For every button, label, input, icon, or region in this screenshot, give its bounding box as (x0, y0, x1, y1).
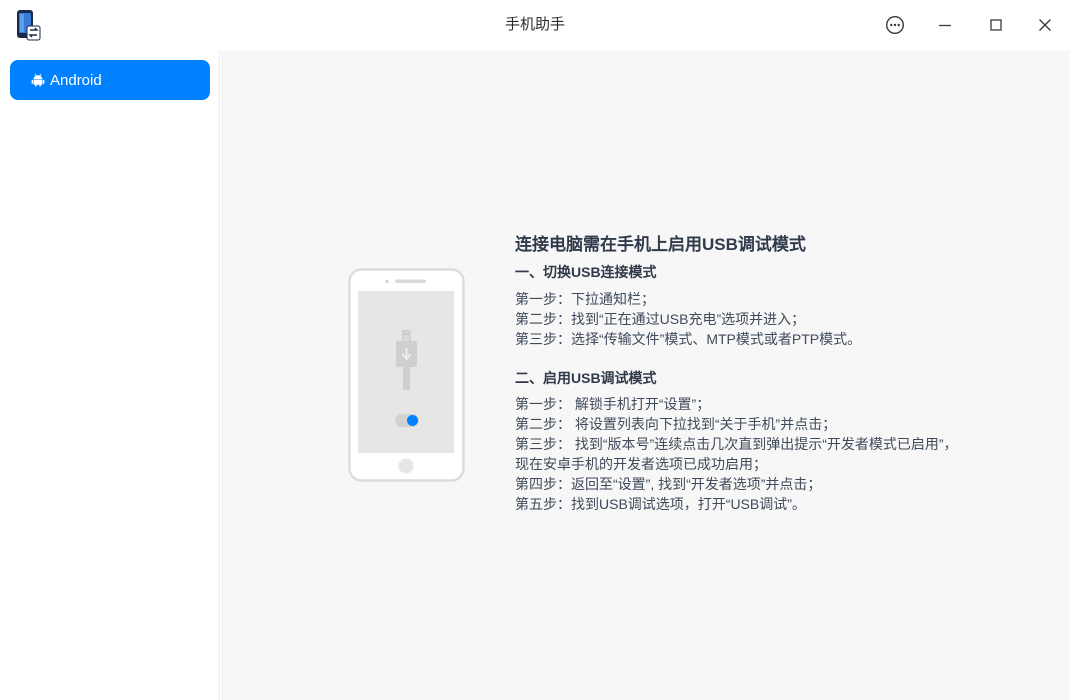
section2-step: 第一步： 解锁手机打开“设置”； (515, 396, 711, 412)
menu-icon (885, 15, 905, 35)
android-icon (31, 73, 45, 87)
close-button[interactable] (1020, 0, 1070, 50)
close-icon (1039, 19, 1051, 31)
section2-step: 第四步：返回至“设置”, 找到“开发者选项”并点击； (515, 476, 822, 492)
guide-title: 连接电脑需在手机上启用USB调试模式 (515, 235, 806, 254)
main-panel: 连接电脑需在手机上启用USB调试模式 一、切换USB连接模式 第一步：下拉通知栏… (221, 50, 1070, 700)
sidebar-item-label: Android (50, 71, 102, 89)
section2-step: 第二步： 将设置列表向下拉找到“关于手机”并点击； (515, 416, 837, 432)
section2-step: 第三步： 找到“版本号”连续点击几次直到弹出提示“开发者模式已启用”，现在安卓手… (515, 436, 958, 472)
maximize-button[interactable] (971, 0, 1021, 50)
usb-debug-guide: 连接电脑需在手机上启用USB调试模式 一、切换USB连接模式 第一步：下拉通知栏… (515, 233, 965, 514)
maximize-icon (990, 19, 1002, 31)
minimize-button[interactable] (920, 0, 970, 50)
sidebar: Android (0, 50, 220, 700)
minimize-icon (939, 24, 951, 27)
menu-button[interactable] (870, 0, 920, 50)
sidebar-item-android[interactable]: Android (10, 60, 210, 100)
section2-step: 第五步：找到USB调试选项，打开“USB调试”。 (515, 496, 806, 512)
section1-step: 第二步：找到“正在通过USB充电”选项并进入； (515, 311, 806, 327)
section-title-usb-debug: 二、启用USB调试模式 (515, 370, 657, 386)
title-bar: 手机助手 (0, 0, 1070, 50)
section1-step: 第三步：选择“传输文件”模式、MTP模式或者PTP模式。 (515, 331, 862, 347)
section-title-usb-mode: 一、切换USB连接模式 (515, 264, 657, 280)
section1-step: 第一步：下拉通知栏； (515, 291, 655, 307)
phone-illustration (348, 268, 465, 482)
